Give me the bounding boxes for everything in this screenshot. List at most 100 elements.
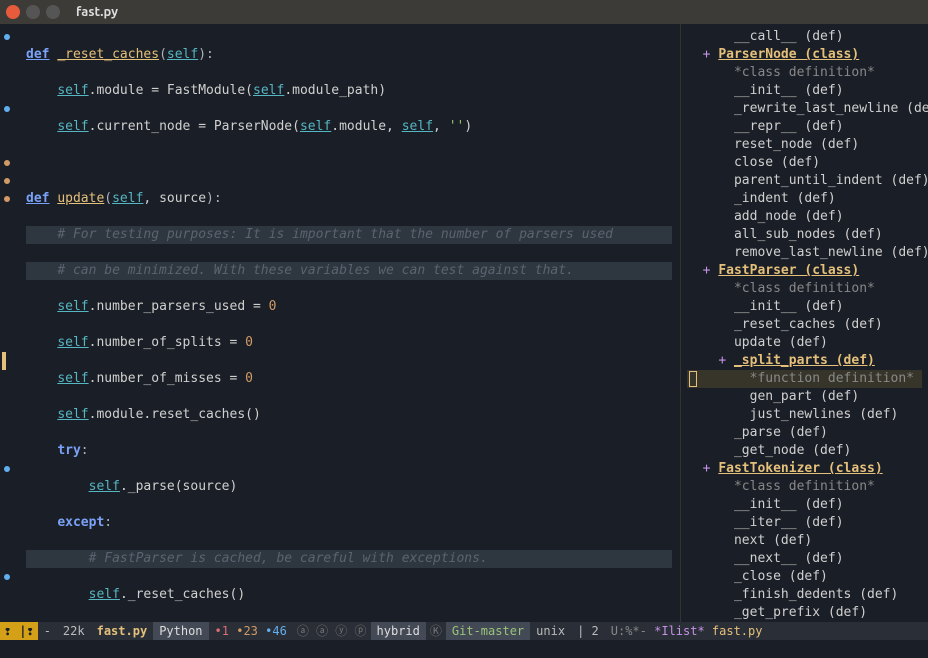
fold-marker-icon[interactable] <box>4 574 10 580</box>
outline-item[interactable]: close (def) <box>687 154 922 172</box>
outline-label: _close (def) <box>734 569 828 584</box>
outline-item[interactable]: __init__ (def) <box>687 496 922 514</box>
fold-marker-icon[interactable] <box>4 106 10 112</box>
modeline-state: |❢ <box>15 622 37 640</box>
modeline: ❢ |❢ - 22k fast.py Python •1 •23 •46 ⓐ ⓐ… <box>0 622 928 640</box>
outline-item[interactable]: __init__ (def) <box>687 298 922 316</box>
expand-icon[interactable]: + <box>703 461 719 476</box>
outline-item[interactable]: *class definition* <box>687 478 922 496</box>
outline-item[interactable]: *function definition* <box>687 370 922 388</box>
gutter-row <box>0 352 26 370</box>
outline-item[interactable]: + FastParser (class) <box>687 262 922 280</box>
fold-marker-icon[interactable] <box>4 34 10 40</box>
self-param: self <box>167 47 198 62</box>
outline-item[interactable]: update (def) <box>687 334 922 352</box>
outline-label: _reset_caches (def) <box>734 317 883 332</box>
outline-item[interactable]: + ParserNode (class) <box>687 46 922 64</box>
outline-label: __next__ (def) <box>734 551 844 566</box>
outline-item[interactable]: _get_prefix (def) <box>687 604 922 622</box>
code-text: .current_node = ParserNode( <box>89 119 300 134</box>
outline-item[interactable]: __call__ (def) <box>687 28 922 46</box>
outline-item[interactable]: _close (def) <box>687 568 922 586</box>
gutter-row <box>0 262 26 280</box>
gutter-row <box>0 496 26 514</box>
code-text: .module_path) <box>284 83 386 98</box>
main-area: def _reset_caches(self): self.module = F… <box>0 24 928 622</box>
outline-label: just_newlines (def) <box>750 407 899 422</box>
outline-label: FastTokenizer (class) <box>718 461 882 476</box>
outline-item[interactable]: parent_until_indent (def) <box>687 172 922 190</box>
minibuffer[interactable] <box>0 640 928 658</box>
outline-item[interactable]: _finish_dedents (def) <box>687 586 922 604</box>
outline-item[interactable]: all_sub_nodes (def) <box>687 226 922 244</box>
gutter-row <box>0 28 26 46</box>
gutter-row <box>0 460 26 478</box>
outline-item[interactable]: _rewrite_last_newline (def) <box>687 100 922 118</box>
expand-icon[interactable]: + <box>703 47 719 62</box>
modeline-git[interactable]: Git-master <box>446 622 530 640</box>
expand-icon[interactable]: + <box>703 263 719 278</box>
gutter-row <box>0 586 26 604</box>
def-keyword: def <box>26 191 49 206</box>
change-marker-icon[interactable] <box>4 160 10 166</box>
outline-item[interactable]: + _split_parts (def) <box>687 352 922 370</box>
gutter-row <box>0 190 26 208</box>
outline-item[interactable]: next (def) <box>687 532 922 550</box>
number: 0 <box>245 371 253 386</box>
code-text: ._parse(source) <box>120 479 237 494</box>
paren: ( <box>104 191 112 206</box>
code-text: .number_parsers_used = <box>89 299 269 314</box>
outline-item[interactable]: _indent (def) <box>687 190 922 208</box>
keyword: except <box>57 515 104 530</box>
outline-label: *class definition* <box>734 65 875 80</box>
def-keyword: def <box>26 47 49 62</box>
modeline-mode[interactable]: Python <box>153 622 208 640</box>
code-area[interactable]: def _reset_caches(self): self.module = F… <box>26 24 680 622</box>
change-marker-icon[interactable] <box>4 196 10 202</box>
outline-item[interactable]: gen_part (def) <box>687 388 922 406</box>
gutter-row <box>0 100 26 118</box>
outline-item[interactable]: just_newlines (def) <box>687 406 922 424</box>
outline-item[interactable]: remove_last_newline (def) <box>687 244 922 262</box>
minimize-icon[interactable] <box>26 5 40 19</box>
outline-label: *function definition* <box>750 371 914 386</box>
outline-item[interactable]: __next__ (def) <box>687 550 922 568</box>
code-text: .number_of_misses = <box>89 371 246 386</box>
outline-item[interactable]: _get_node (def) <box>687 442 922 460</box>
outline-item[interactable]: __init__ (def) <box>687 82 922 100</box>
outline-item[interactable]: _parse (def) <box>687 424 922 442</box>
outline-label: gen_part (def) <box>750 389 860 404</box>
expand-icon[interactable]: + <box>718 353 734 368</box>
close-icon[interactable] <box>6 5 20 19</box>
outline-label: __call__ (def) <box>734 29 844 44</box>
colon: : <box>81 443 89 458</box>
outline-item[interactable]: + FastTokenizer (class) <box>687 460 922 478</box>
window-titlebar: fast.py <box>0 0 928 24</box>
flycheck-errors: •1 <box>215 624 229 638</box>
gutter-row <box>0 46 26 64</box>
code-text: .number_of_splits = <box>89 335 246 350</box>
maximize-icon[interactable] <box>46 5 60 19</box>
self: self <box>57 119 88 134</box>
outline-item[interactable]: add_node (def) <box>687 208 922 226</box>
gutter-row <box>0 424 26 442</box>
outline-sidebar[interactable]: __call__ (def) + ParserNode (class) *cla… <box>680 24 928 622</box>
modeline-flycheck[interactable]: •1 •23 •46 <box>209 622 293 640</box>
outline-item[interactable]: *class definition* <box>687 280 922 298</box>
outline-item[interactable]: _reset_caches (def) <box>687 316 922 334</box>
self: self <box>57 371 88 386</box>
self: self <box>402 119 433 134</box>
editor-pane[interactable]: def _reset_caches(self): self.module = F… <box>0 24 680 622</box>
outline-label: _get_prefix (def) <box>734 605 867 620</box>
outline-item[interactable]: reset_node (def) <box>687 136 922 154</box>
fold-marker-icon[interactable] <box>4 466 10 472</box>
outline-item[interactable]: __repr__ (def) <box>687 118 922 136</box>
outline-item[interactable]: __iter__ (def) <box>687 514 922 532</box>
number: 0 <box>245 335 253 350</box>
outline-label: __init__ (def) <box>734 497 844 512</box>
change-marker-icon[interactable] <box>4 178 10 184</box>
self: self <box>253 83 284 98</box>
modeline-right: U:%*- *Ilist* fast.py <box>605 622 928 640</box>
modeline-hybrid[interactable]: hybrid <box>371 622 426 640</box>
outline-item[interactable]: *class definition* <box>687 64 922 82</box>
